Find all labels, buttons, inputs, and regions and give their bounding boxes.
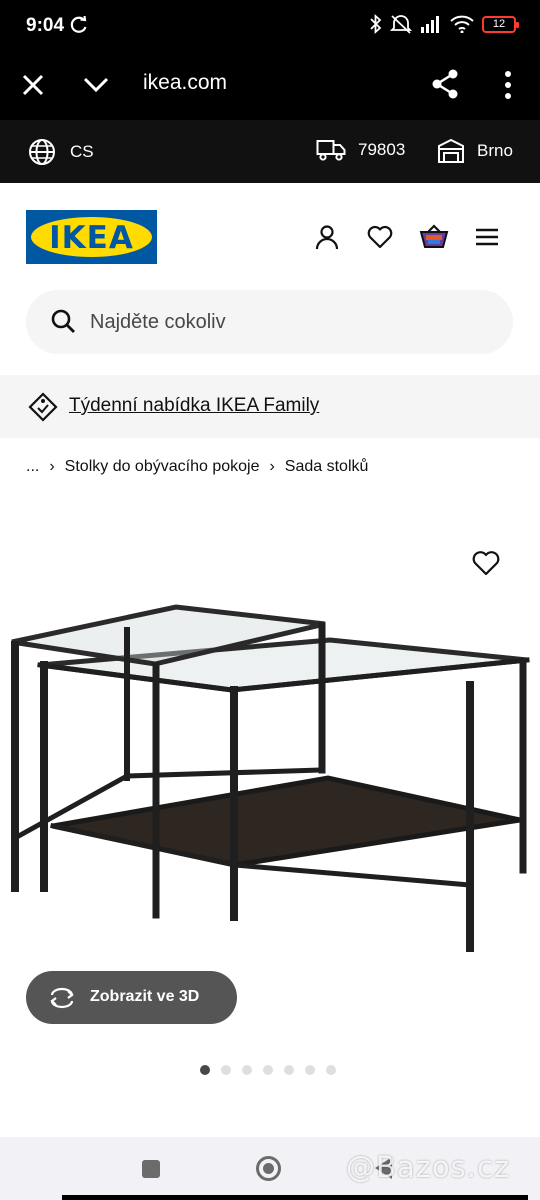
carousel-dot-5[interactable] [284, 1065, 294, 1075]
carousel-dot-2[interactable] [221, 1065, 231, 1075]
breadcrumb-item-category[interactable]: Stolky do obývacího pokoje [65, 458, 260, 476]
logo-text: IKEA [49, 220, 134, 256]
browser-toolbar: ikea.com [0, 52, 540, 120]
delivery-postal-code[interactable]: 79803 [316, 138, 405, 162]
store-label: Brno [477, 141, 513, 160]
family-offer-banner[interactable]: Týdenní nabídka IKEA Family [0, 375, 540, 438]
sync-icon [70, 16, 87, 33]
carousel-dot-6[interactable] [305, 1065, 315, 1075]
basket-icon[interactable] [419, 223, 449, 251]
search-bar[interactable] [26, 290, 513, 354]
language-selector[interactable]: CS [28, 138, 94, 166]
chevron-right-icon: › [269, 458, 275, 475]
breadcrumb-item-current: Sada stolků [284, 458, 369, 475]
menu-icon[interactable] [473, 223, 501, 251]
breadcrumb-ellipsis[interactable]: ... [26, 458, 39, 476]
store-icon [438, 138, 464, 163]
truck-icon [316, 140, 346, 161]
product-image-nesting-tables[interactable] [0, 580, 540, 960]
view-3d-label: Zobrazit ve 3D [90, 988, 200, 1005]
home-icon[interactable] [256, 1156, 281, 1181]
rotate-3d-icon [50, 987, 74, 1009]
status-icons: 12 [370, 14, 519, 34]
heart-icon[interactable] [366, 223, 394, 251]
carousel-dot-3[interactable] [242, 1065, 252, 1075]
language-label: CS [70, 142, 94, 161]
bluetooth-icon [370, 14, 382, 34]
battery-level: 12 [492, 17, 506, 30]
status-time: 9:04 [26, 15, 65, 36]
user-icon[interactable] [313, 223, 341, 251]
chevron-right-icon: › [49, 458, 55, 475]
share-icon[interactable] [430, 68, 460, 100]
search-icon [51, 309, 75, 333]
wifi-icon [450, 15, 474, 33]
carousel-dot-1[interactable] [200, 1065, 210, 1075]
mute-icon [390, 15, 412, 34]
add-to-favorites-heart-icon[interactable] [470, 548, 502, 578]
store-selector[interactable]: Brno [437, 138, 513, 164]
tag-icon [28, 392, 58, 422]
globe-icon [29, 139, 55, 165]
signal-icon [421, 16, 439, 33]
view-3d-button[interactable]: Zobrazit ve 3D [26, 971, 237, 1024]
carousel-dot-7[interactable] [326, 1065, 336, 1075]
carousel-dot-4[interactable] [263, 1065, 273, 1075]
watermark: @Bazos.cz [346, 1150, 511, 1184]
battery-icon: 12 [482, 15, 519, 33]
more-vertical-icon[interactable] [498, 68, 518, 102]
ikea-logo[interactable]: IKEA [26, 210, 157, 264]
recent-apps-icon[interactable] [142, 1160, 160, 1178]
postal-code-label: 79803 [358, 140, 406, 159]
location-strip: CS 79803 Brno [0, 120, 540, 183]
family-offer-link[interactable]: Týdenní nabídka IKEA Family [69, 395, 319, 417]
chevron-down-icon[interactable] [80, 70, 112, 100]
image-carousel-dots [200, 1065, 336, 1075]
search-input[interactable] [90, 304, 490, 340]
breadcrumb: ... › Stolky do obývacího pokoje › Sada … [26, 458, 368, 476]
url-bar[interactable]: ikea.com [143, 71, 227, 95]
gesture-bar [62, 1195, 528, 1200]
status-bar: 9:04 12 [0, 0, 540, 52]
close-icon[interactable] [18, 70, 48, 100]
